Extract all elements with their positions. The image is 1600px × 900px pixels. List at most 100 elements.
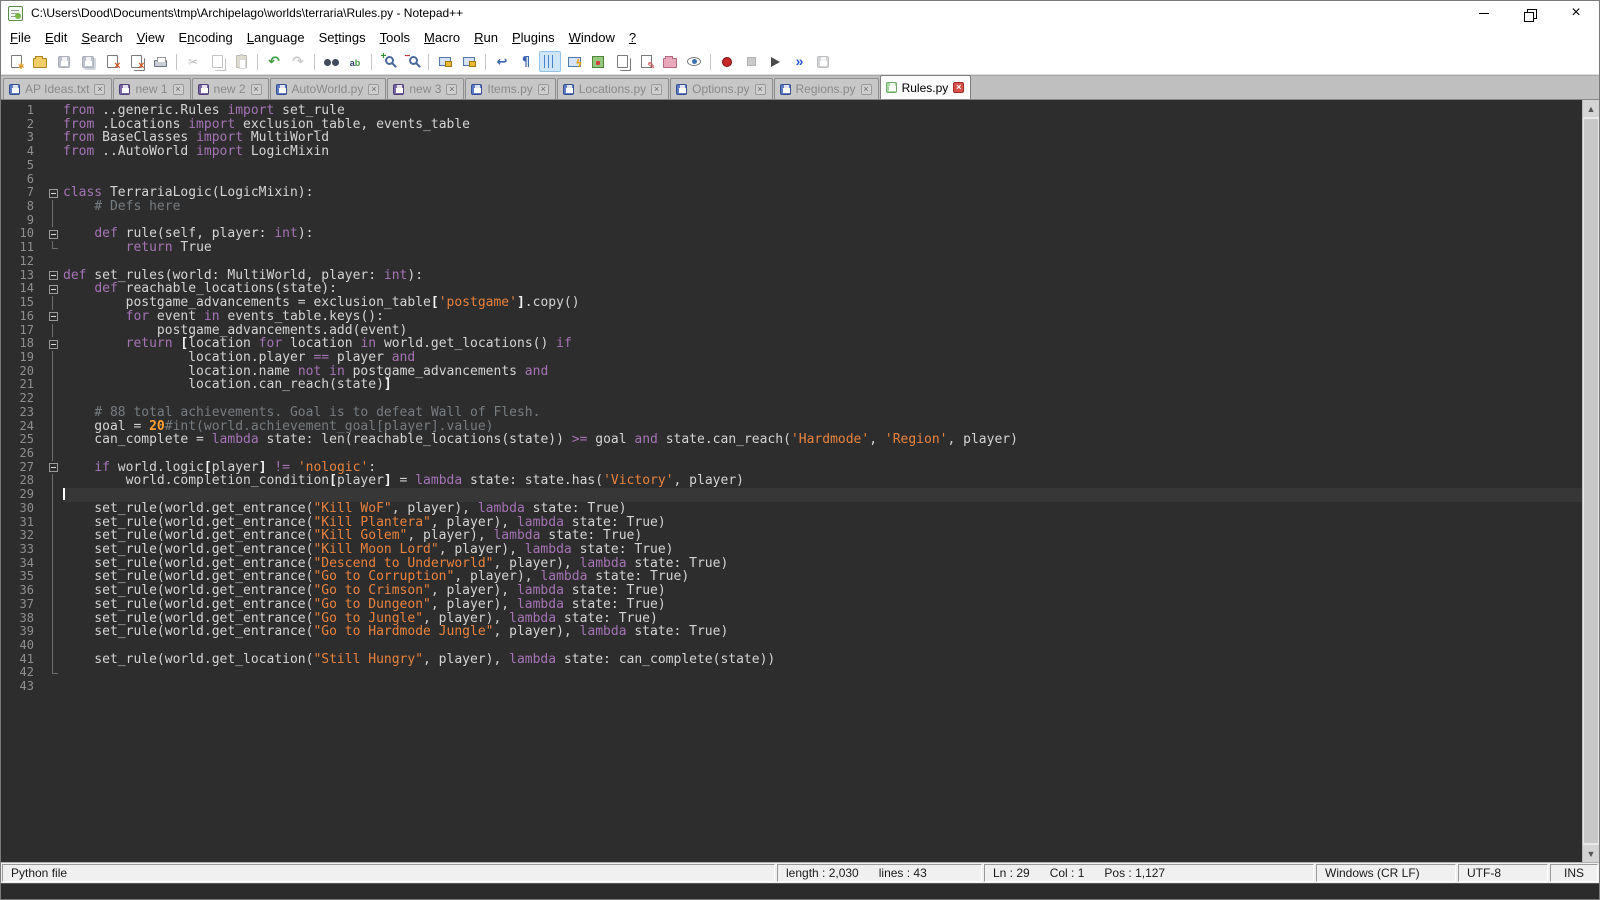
tab-locations-py[interactable]: Locations.py× — [557, 78, 669, 99]
menu-file[interactable]: File — [3, 27, 38, 48]
tab-close-icon[interactable]: × — [446, 84, 457, 95]
code-line[interactable]: 36 set_rule(world.get_entrance("Go to Cr… — [1, 584, 1582, 598]
doc-switcher-button[interactable] — [611, 51, 633, 72]
fold-margin[interactable] — [43, 337, 63, 351]
menu-window[interactable]: Window — [562, 27, 622, 48]
zoom-out-button[interactable] — [401, 51, 423, 72]
code-line[interactable]: 19 location.player == player and — [1, 351, 1582, 365]
folder-workspace-button[interactable] — [659, 51, 681, 72]
close-button[interactable] — [101, 51, 123, 72]
code-line[interactable]: 28 world.completion_condition[player] = … — [1, 474, 1582, 488]
scrollbar-thumb[interactable] — [1584, 119, 1598, 843]
code-line[interactable]: 24 goal = 20#int(world.achievement_goal[… — [1, 420, 1582, 434]
tab-close-icon[interactable]: × — [368, 84, 379, 95]
monitoring-button[interactable] — [683, 51, 705, 72]
code-line[interactable]: 43 — [1, 680, 1582, 694]
code-line[interactable]: 17 postgame_advancements.add(event) — [1, 324, 1582, 338]
code-line[interactable]: 27 if world.logic[player] != 'nologic': — [1, 461, 1582, 475]
zoom-in-button[interactable] — [377, 51, 399, 72]
tab-close-icon[interactable]: × — [953, 82, 964, 93]
code-line[interactable]: 20 location.name not in postgame_advance… — [1, 365, 1582, 379]
code-line[interactable]: 42 — [1, 666, 1582, 680]
fold-margin[interactable] — [43, 269, 63, 283]
code-line[interactable]: 29 — [1, 488, 1582, 502]
code-line[interactable]: 33 set_rule(world.get_entrance("Kill Moo… — [1, 543, 1582, 557]
menu-language[interactable]: Language — [240, 27, 312, 48]
code-line[interactable]: 38 set_rule(world.get_entrance("Go to Ju… — [1, 612, 1582, 626]
tab-rules-py[interactable]: Rules.py× — [880, 75, 972, 99]
code-line[interactable]: 12 — [1, 255, 1582, 269]
open-button[interactable] — [29, 51, 51, 72]
minimize-button[interactable] — [1461, 1, 1507, 25]
tab-new-2[interactable]: new 2× — [192, 78, 269, 99]
fold-margin[interactable] — [43, 310, 63, 324]
word-wrap-button[interactable]: ↩ — [491, 51, 513, 72]
close-all-button[interactable] — [125, 51, 147, 72]
print-button[interactable] — [149, 51, 171, 72]
code-line[interactable]: 26 — [1, 447, 1582, 461]
tab-items-py[interactable]: Items.py× — [465, 78, 555, 99]
code-line[interactable]: 16 for event in events_table.keys(): — [1, 310, 1582, 324]
menu-run[interactable]: Run — [467, 27, 505, 48]
macro-run-multiple-button[interactable]: » — [788, 51, 810, 72]
scroll-up-icon[interactable]: ▲ — [1583, 100, 1599, 117]
indent-guide-button[interactable] — [539, 51, 561, 72]
tab-close-icon[interactable]: × — [861, 84, 872, 95]
code-line[interactable]: 32 set_rule(world.get_entrance("Kill Gol… — [1, 529, 1582, 543]
fold-margin[interactable] — [43, 186, 63, 200]
menu-help[interactable]: ? — [622, 27, 643, 48]
code-line[interactable]: 3from BaseClasses import MultiWorld — [1, 131, 1582, 145]
tab-ap-ideas-txt[interactable]: AP Ideas.txt× — [3, 78, 112, 99]
status-insert-mode[interactable]: INS — [1550, 864, 1598, 882]
tab-new-1[interactable]: new 1× — [113, 78, 190, 99]
fold-margin[interactable] — [43, 227, 63, 241]
menu-view[interactable]: View — [130, 27, 172, 48]
tab-close-icon[interactable]: × — [251, 84, 262, 95]
status-encoding[interactable]: UTF-8 — [1458, 864, 1548, 882]
scrollbar-track[interactable] — [1583, 117, 1599, 845]
status-eol-format[interactable]: Windows (CR LF) — [1316, 864, 1456, 882]
undo-button[interactable]: ↶ — [263, 51, 285, 72]
close-button[interactable]: × — [1553, 1, 1599, 25]
code-line[interactable]: 10 def rule(self, player: int): — [1, 227, 1582, 241]
code-line[interactable]: 35 set_rule(world.get_entrance("Go to Co… — [1, 570, 1582, 584]
fold-margin[interactable] — [43, 461, 63, 475]
find-button[interactable] — [320, 51, 342, 72]
code-line[interactable]: 22 — [1, 392, 1582, 406]
menu-search[interactable]: Search — [74, 27, 129, 48]
menu-macro[interactable]: Macro — [417, 27, 467, 48]
code-line[interactable]: 25 can_complete = lambda state: len(reac… — [1, 433, 1582, 447]
code-line[interactable]: 7class TerrariaLogic(LogicMixin): — [1, 186, 1582, 200]
replace-button[interactable]: ab — [344, 51, 366, 72]
doc-map-button[interactable] — [587, 51, 609, 72]
show-all-chars-button[interactable]: ¶ — [515, 51, 537, 72]
code-line[interactable]: 31 set_rule(world.get_entrance("Kill Pla… — [1, 516, 1582, 530]
menu-settings[interactable]: Settings — [312, 27, 373, 48]
code-line[interactable]: 41 set_rule(world.get_location("Still Hu… — [1, 653, 1582, 667]
tab-close-icon[interactable]: × — [94, 84, 105, 95]
code-line[interactable]: 21 location.can_reach(state)] — [1, 378, 1582, 392]
tab-close-icon[interactable]: × — [651, 84, 662, 95]
menu-edit[interactable]: Edit — [38, 27, 74, 48]
code-line[interactable]: 6 — [1, 173, 1582, 187]
menu-plugins[interactable]: Plugins — [505, 27, 562, 48]
function-completion-button[interactable] — [563, 51, 585, 72]
menu-encoding[interactable]: Encoding — [172, 27, 240, 48]
tab-new-3[interactable]: new 3× — [387, 78, 464, 99]
code-line[interactable]: 15 postgame_advancements = exclusion_tab… — [1, 296, 1582, 310]
vertical-scrollbar[interactable]: ▲ ▼ — [1582, 100, 1599, 862]
code-line[interactable]: 14 def reachable_locations(state): — [1, 282, 1582, 296]
code-line[interactable]: 40 — [1, 639, 1582, 653]
code-line[interactable]: 1from ..generic.Rules import set_rule — [1, 104, 1582, 118]
tab-close-icon[interactable]: × — [755, 84, 766, 95]
tab-close-icon[interactable]: × — [538, 84, 549, 95]
macro-play-button[interactable] — [764, 51, 786, 72]
fold-margin[interactable] — [43, 282, 63, 296]
code-line[interactable]: 18 return [location for location in worl… — [1, 337, 1582, 351]
macro-record-button[interactable] — [716, 51, 738, 72]
tab-options-py[interactable]: Options.py× — [670, 78, 772, 99]
code-editor[interactable]: 1from ..generic.Rules import set_rule2fr… — [1, 100, 1582, 862]
restore-button[interactable] — [1507, 1, 1553, 25]
code-line[interactable]: 13def set_rules(world: MultiWorld, playe… — [1, 269, 1582, 283]
tab-close-icon[interactable]: × — [173, 84, 184, 95]
